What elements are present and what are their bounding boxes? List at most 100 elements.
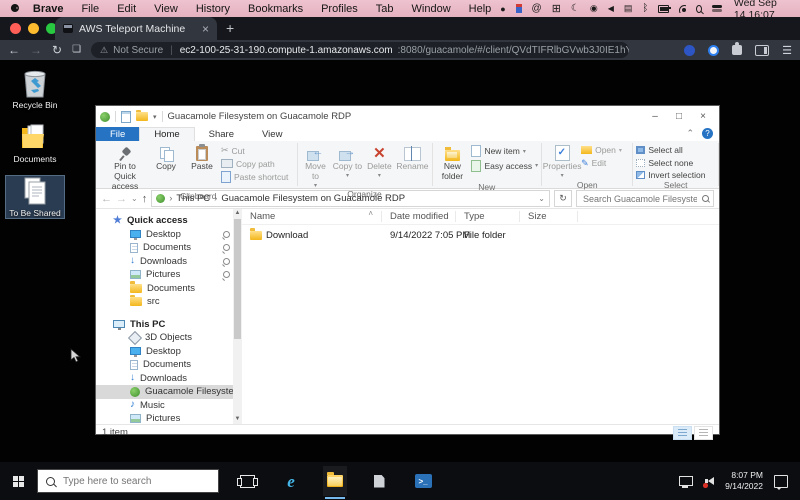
sidebar-quick-access[interactable]: Quick access xyxy=(96,214,242,228)
extension-blue-icon[interactable] xyxy=(684,45,695,56)
do-not-disturb-icon[interactable] xyxy=(571,3,580,14)
select-all-button[interactable]: Select all xyxy=(636,145,705,155)
apple-menu-icon[interactable] xyxy=(10,2,24,15)
sidebar-item-guacamole-filesystem[interactable]: Guacamole Filesystem on Guacam xyxy=(96,385,242,399)
scrollbar-thumb[interactable] xyxy=(234,219,241,339)
sidebar-item-downloads-pc[interactable]: Downloads xyxy=(96,372,242,386)
details-view-button[interactable] xyxy=(673,426,692,440)
menu-tab[interactable]: Tab xyxy=(367,3,403,15)
menu-brave[interactable]: Brave xyxy=(24,3,73,15)
taskbar-search-box[interactable] xyxy=(37,469,219,493)
qat-properties-icon[interactable] xyxy=(121,111,131,123)
paste-shortcut-button[interactable]: Paste shortcut xyxy=(221,171,288,183)
invert-selection-button[interactable]: Invert selection xyxy=(636,170,705,180)
internet-explorer-button[interactable]: e xyxy=(279,466,303,496)
explorer-search-box[interactable] xyxy=(576,190,714,207)
menu-bookmarks[interactable]: Bookmarks xyxy=(239,3,312,15)
breadcrumb-this-pc[interactable]: This PC xyxy=(176,193,210,204)
sidebar-item-documents[interactable]: Documents xyxy=(96,241,242,255)
menu-edit[interactable]: Edit xyxy=(108,3,145,15)
tab-share[interactable]: Share xyxy=(195,127,248,141)
column-name[interactable]: Name xyxy=(242,211,382,222)
rename-button[interactable]: Rename xyxy=(396,143,428,172)
minimize-button[interactable] xyxy=(643,111,667,122)
notepad-button[interactable] xyxy=(367,466,391,496)
sidebar-panel-icon[interactable] xyxy=(755,45,769,56)
nav-forward-icon[interactable] xyxy=(116,193,127,205)
sidebar-scrollbar[interactable]: ▲ ▼ xyxy=(233,209,242,424)
sidebar-item-desktop-pc[interactable]: Desktop xyxy=(96,345,242,359)
file-row-download[interactable]: Download 9/14/2022 7:05 PM File folder xyxy=(242,228,719,242)
nav-back-icon[interactable] xyxy=(101,193,112,205)
browser-tab[interactable]: AWS Teleport Machine xyxy=(55,17,217,40)
pin-to-quick-access-button[interactable]: Pin to Quick access xyxy=(103,143,147,191)
forward-button[interactable] xyxy=(30,44,42,56)
at-status-icon[interactable] xyxy=(532,3,542,14)
control-center-icon[interactable] xyxy=(712,5,722,13)
menu-file[interactable]: File xyxy=(72,3,108,15)
keyboard-icon[interactable] xyxy=(624,3,633,14)
qat-customize-caret-icon[interactable] xyxy=(153,113,157,121)
breadcrumb-chevron-icon[interactable] xyxy=(169,193,172,204)
cut-button[interactable]: Cut xyxy=(221,145,288,156)
volume-icon[interactable] xyxy=(608,4,614,13)
tab-home[interactable]: Home xyxy=(139,127,194,141)
edit-button[interactable]: Edit xyxy=(581,158,622,169)
close-window-button[interactable] xyxy=(10,23,21,34)
desktop-icon-to-be-shared[interactable]: To Be Shared xyxy=(6,176,64,218)
tab-close-icon[interactable] xyxy=(202,22,209,36)
sidebar-this-pc[interactable]: This PC xyxy=(96,318,242,332)
sidebar-item-3d-objects[interactable]: 3D Objects xyxy=(96,331,242,345)
collapse-ribbon-icon[interactable] xyxy=(686,128,694,139)
nav-up-icon[interactable] xyxy=(142,193,148,205)
sidebar-item-src[interactable]: src xyxy=(96,295,242,309)
url-bar[interactable]: Not Secure | ec2-100-25-31-190.compute-1… xyxy=(91,42,629,58)
spotlight-icon[interactable] xyxy=(696,5,702,13)
column-size[interactable]: Size xyxy=(520,211,578,222)
column-type[interactable]: Type xyxy=(456,211,520,222)
volume-muted-icon[interactable] xyxy=(704,477,714,485)
parallels-icon[interactable] xyxy=(516,4,522,13)
new-folder-button[interactable]: New folder xyxy=(435,143,469,182)
desktop-icon-recycle-bin[interactable]: Recycle Bin xyxy=(6,68,64,110)
sidebar-item-music[interactable]: Music xyxy=(96,399,242,413)
explorer-titlebar[interactable]: Guacamole Filesystem on Guacamole RDP xyxy=(96,106,719,127)
tab-view[interactable]: View xyxy=(248,127,296,141)
sidebar-item-desktop[interactable]: Desktop xyxy=(96,228,242,242)
browser-menu-icon[interactable] xyxy=(782,44,792,57)
back-button[interactable] xyxy=(8,44,20,56)
battery-icon[interactable] xyxy=(658,5,668,13)
menu-help[interactable]: Help xyxy=(460,3,501,15)
playback-icon[interactable] xyxy=(590,3,598,14)
sidebar-item-downloads[interactable]: Downloads xyxy=(96,255,242,269)
copy-to-button[interactable]: Copy to xyxy=(332,143,362,180)
reload-button[interactable] xyxy=(52,44,62,56)
taskbar-clock[interactable]: 8:07 PM 9/14/2022 xyxy=(725,470,763,492)
nav-history-caret-icon[interactable] xyxy=(131,194,138,203)
tab-file[interactable]: File xyxy=(96,127,139,141)
extensions-puzzle-icon[interactable] xyxy=(732,45,742,55)
wifi-icon[interactable] xyxy=(679,5,686,13)
scroll-down-icon[interactable]: ▼ xyxy=(233,415,242,424)
copy-path-button[interactable]: Copy path xyxy=(221,159,288,169)
properties-button[interactable]: Properties xyxy=(545,143,579,180)
breadcrumb-current[interactable]: Guacamole Filesystem on Guacamole RDP xyxy=(221,193,405,204)
sidebar-item-documents-pc[interactable]: Documents xyxy=(96,358,242,372)
open-button[interactable]: Open xyxy=(581,145,622,155)
maximize-button[interactable] xyxy=(667,111,691,122)
menu-window[interactable]: Window xyxy=(403,3,460,15)
paste-button[interactable]: Paste xyxy=(185,143,219,172)
new-item-button[interactable]: New item xyxy=(471,145,538,157)
select-none-button[interactable]: Select none xyxy=(636,158,705,168)
breadcrumb-dropdown-icon[interactable] xyxy=(538,194,545,203)
powershell-button[interactable] xyxy=(411,466,435,496)
refresh-icon[interactable] xyxy=(554,190,572,207)
rdp-desktop[interactable]: Recycle Bin Documents To Be Shared xyxy=(0,60,800,500)
task-view-button[interactable] xyxy=(235,466,259,496)
action-center-icon[interactable] xyxy=(774,475,788,488)
menu-view[interactable]: View xyxy=(145,3,187,15)
breadcrumb[interactable]: This PC Guacamole Filesystem on Guacamol… xyxy=(151,190,550,207)
qat-new-folder-icon[interactable] xyxy=(136,112,148,121)
record-icon[interactable] xyxy=(500,4,505,14)
close-button[interactable] xyxy=(691,111,715,122)
